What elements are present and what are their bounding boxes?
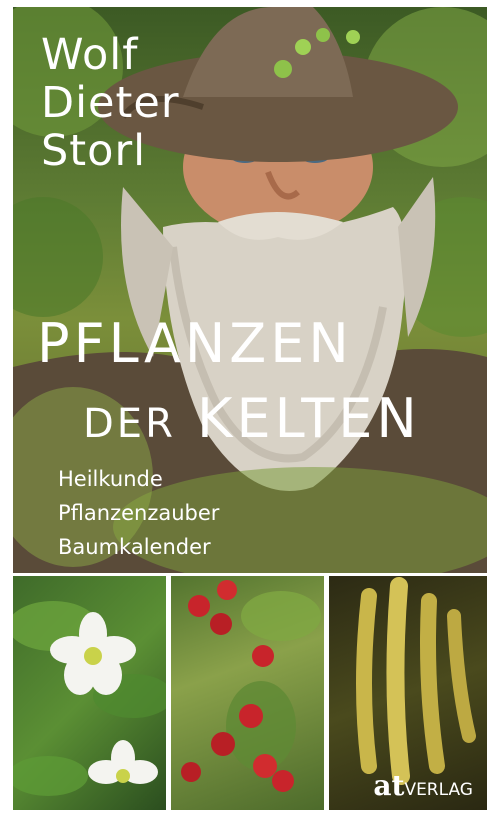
photo-strip: atVERLAG <box>13 576 487 810</box>
publisher-at: at <box>373 769 405 802</box>
book-title-keyword: KELTEN <box>197 387 421 450</box>
publisher-logo: atVERLAG <box>373 769 473 802</box>
book-cover: Wolf Dieter Storl PFLANZEN DER KELTEN He… <box>13 7 487 810</box>
book-subtitle: Heilkunde Pflanzenzauber Baumkalender <box>58 462 219 564</box>
author-last-name: Storl <box>41 126 147 176</box>
red-berries-icon <box>181 580 321 792</box>
photo-red-berries <box>171 576 324 810</box>
photo-catkins: atVERLAG <box>329 576 487 810</box>
author-middle-name: Dieter <box>41 78 180 128</box>
white-flower-icon <box>13 601 166 796</box>
publisher-verlag: VERLAG <box>404 780 473 800</box>
subtitle-item: Pflanzenzauber <box>58 501 220 525</box>
author-name: Wolf Dieter Storl <box>41 31 180 175</box>
subtitle-item: Baumkalender <box>58 535 211 559</box>
cover-photo-portrait: Wolf Dieter Storl PFLANZEN DER KELTEN He… <box>13 7 487 573</box>
subtitle-item: Heilkunde <box>58 467 163 491</box>
book-title-line-1: PFLANZEN <box>37 312 353 375</box>
book-title-article: DER <box>83 401 176 447</box>
book-title-line-2: DER KELTEN <box>83 387 421 450</box>
photo-white-flowers <box>13 576 166 810</box>
author-first-name: Wolf <box>41 30 139 80</box>
